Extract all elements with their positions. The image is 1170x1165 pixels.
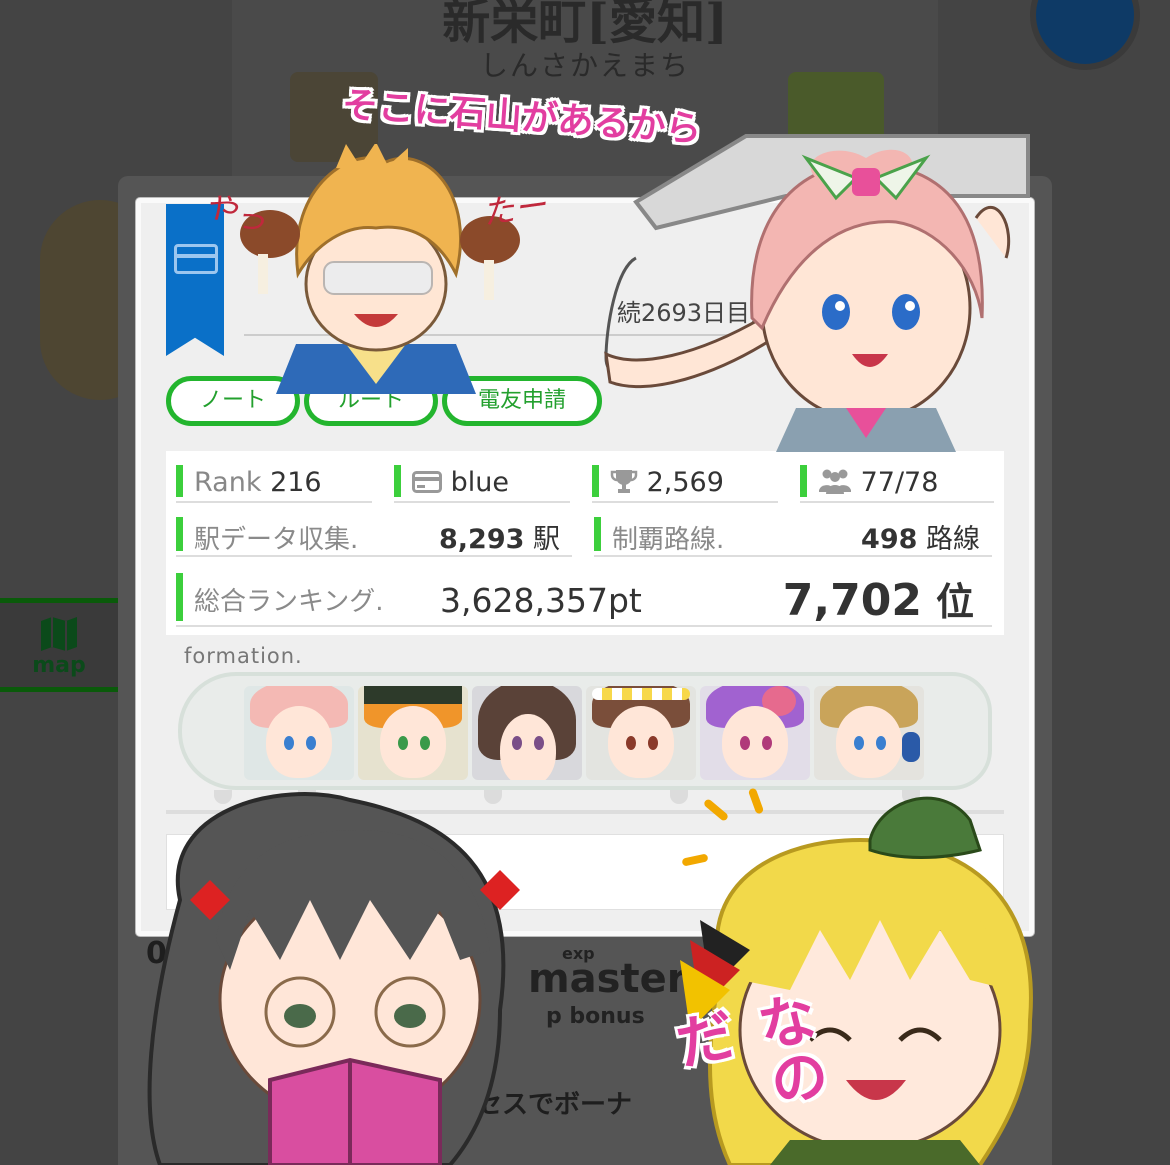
route-conquer-unit: 路線: [926, 524, 980, 555]
route-conquer-cell: 制覇路線. 498 路線: [594, 513, 992, 557]
formation-member-6[interactable]: [814, 686, 924, 780]
stats-panel: Rank 216 blue 2,569 77/78 駅データ収集. 8,293 …: [166, 451, 1004, 635]
trophy-cell: 2,569: [592, 461, 778, 503]
trophy-icon: [610, 470, 638, 493]
friends-cell: 77/78: [800, 461, 994, 503]
scribble-right: たー: [479, 185, 549, 233]
trophy-count: 2,569: [646, 467, 724, 498]
rank-label: Rank: [194, 467, 262, 498]
glasses-girl-character: [147, 792, 520, 1165]
ranking-points: 3,628,357: [440, 581, 608, 620]
pink-hair-character: [604, 134, 1030, 452]
route-conquer-value: 498: [861, 524, 918, 555]
route-conquer-label: 制覇路線.: [612, 525, 725, 555]
card-icon: [174, 244, 218, 274]
rank-cell: Rank 216: [176, 461, 372, 503]
map-tab[interactable]: map: [0, 598, 118, 692]
station-data-unit: 駅: [533, 524, 560, 555]
ranking-position: 7,702: [782, 575, 922, 626]
ranking-label: 総合ランキング.: [194, 587, 384, 617]
friends-icon: [819, 469, 851, 494]
map-icon: [41, 617, 77, 651]
ranking-position-unit: 位: [935, 580, 974, 624]
map-tab-label: map: [32, 653, 86, 678]
formation-member-4[interactable]: [586, 686, 696, 780]
friends-count: 77/78: [860, 467, 939, 498]
card-color-value: blue: [450, 467, 509, 498]
ranking-cell: 総合ランキング. 3,628,357pt 7,702 位: [176, 569, 992, 627]
formation-member-5[interactable]: [700, 686, 810, 780]
station-data-value: 8,293: [439, 524, 525, 555]
station-data-label: 駅データ収集.: [194, 525, 359, 555]
blonde-boy-character: [240, 144, 520, 394]
formation-member-1[interactable]: [244, 686, 354, 780]
card-icon: [412, 471, 442, 493]
station-data-cell: 駅データ収集. 8,293 駅: [176, 513, 572, 557]
formation-member-2[interactable]: [358, 686, 468, 780]
rank-value: 216: [270, 467, 322, 498]
formation-label: formation.: [184, 644, 303, 668]
ranking-points-unit: pt: [607, 581, 642, 620]
card-color-cell: blue: [394, 461, 570, 503]
formation-member-3[interactable]: [472, 686, 582, 780]
